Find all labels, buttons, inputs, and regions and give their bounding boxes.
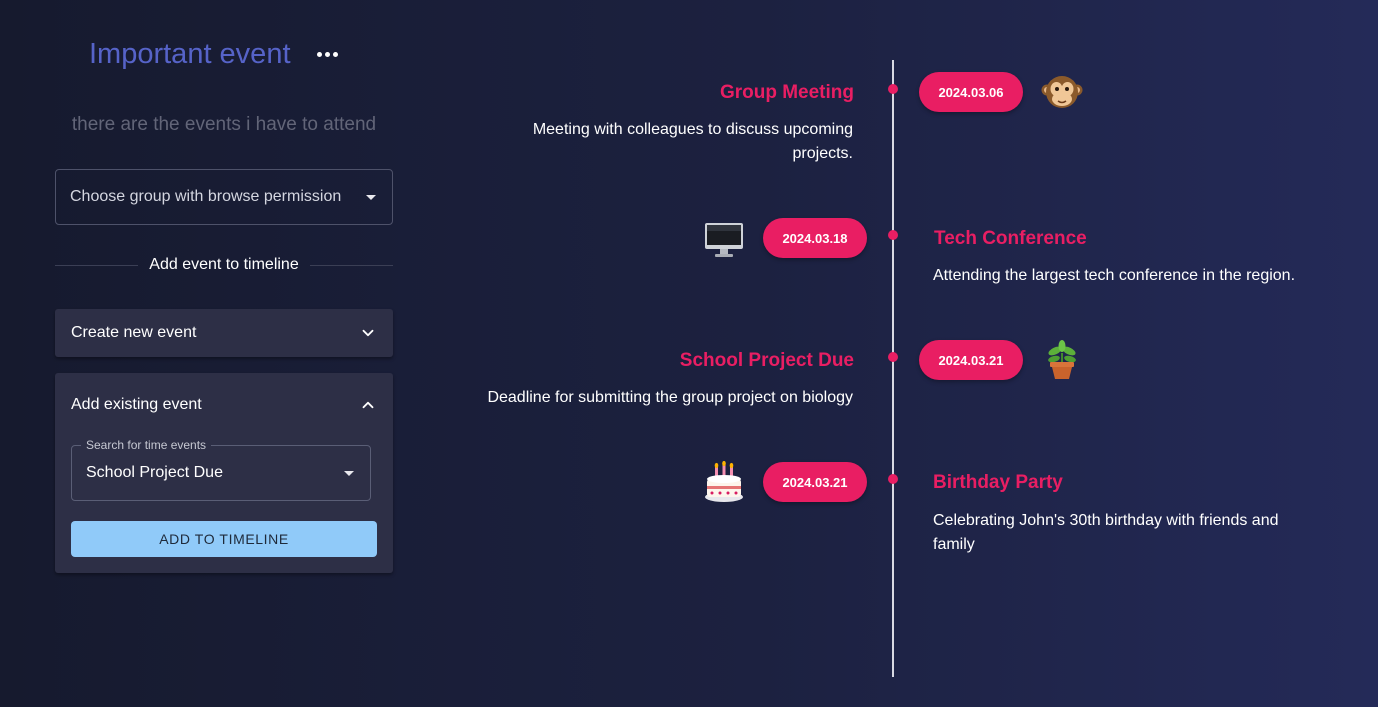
event-description: Attending the largest tech conference in…	[933, 267, 1296, 284]
event-title: Tech Conference	[934, 228, 1087, 249]
create-event-label: Create new event	[71, 324, 197, 341]
timeline-dot	[888, 474, 898, 484]
timeline-dot	[888, 230, 898, 240]
timeline-axis	[892, 60, 894, 677]
existing-event-header[interactable]: Add existing event	[55, 373, 393, 436]
dot-icon	[333, 52, 338, 57]
create-event-panel: Create new event	[55, 309, 393, 357]
birthday-cake-icon	[702, 460, 746, 504]
event-description: Celebrating John's 30th birthday with fr…	[933, 512, 1279, 553]
event-description: Meeting with colleagues to discuss upcom…	[532, 121, 853, 162]
divider-line	[309, 264, 394, 266]
title-row: Important event	[89, 38, 341, 71]
page-subtitle: there are the events i have to attend	[71, 114, 377, 135]
dot-icon	[325, 52, 330, 57]
divider-line	[55, 264, 139, 266]
caret-down-icon	[344, 470, 354, 476]
section-divider: Add event to timeline	[55, 256, 394, 274]
chevron-down-icon	[362, 329, 374, 337]
potted-plant-icon	[1040, 338, 1084, 382]
search-field-value: School Project Due	[86, 464, 223, 481]
more-options-button[interactable]	[315, 45, 341, 65]
event-date-badge: 2024.03.21	[919, 340, 1023, 380]
timeline-dot	[888, 352, 898, 362]
event-date-badge: 2024.03.18	[763, 218, 867, 258]
event-description: Deadline for submitting the group projec…	[487, 389, 853, 406]
caret-down-icon	[366, 194, 376, 200]
search-field-legend: Search for time events	[81, 438, 212, 452]
event-title: Group Meeting	[719, 82, 854, 103]
event-date-badge: 2024.03.21	[763, 462, 867, 502]
group-select-label: Choose group with browse permission	[70, 188, 342, 205]
page-title: Important event	[89, 38, 291, 70]
search-events-select[interactable]: Search for time events School Project Du…	[71, 438, 371, 501]
divider-label: Add event to timeline	[149, 256, 299, 273]
group-permission-select[interactable]: Choose group with browse permission	[55, 169, 393, 225]
computer-icon	[702, 216, 746, 260]
create-event-header[interactable]: Create new event	[55, 309, 393, 357]
existing-event-panel: Add existing event Search for time event…	[55, 373, 393, 573]
existing-event-label: Add existing event	[71, 395, 202, 413]
dot-icon	[317, 52, 322, 57]
event-date-badge: 2024.03.06	[919, 72, 1023, 112]
chevron-up-icon	[362, 401, 374, 408]
monkey-icon	[1040, 70, 1084, 114]
event-title: Birthday Party	[933, 472, 1063, 493]
timeline-dot	[888, 84, 898, 94]
add-to-timeline-button[interactable]: ADD TO TIMELINE	[71, 521, 377, 557]
event-title: School Project Due	[679, 350, 854, 371]
